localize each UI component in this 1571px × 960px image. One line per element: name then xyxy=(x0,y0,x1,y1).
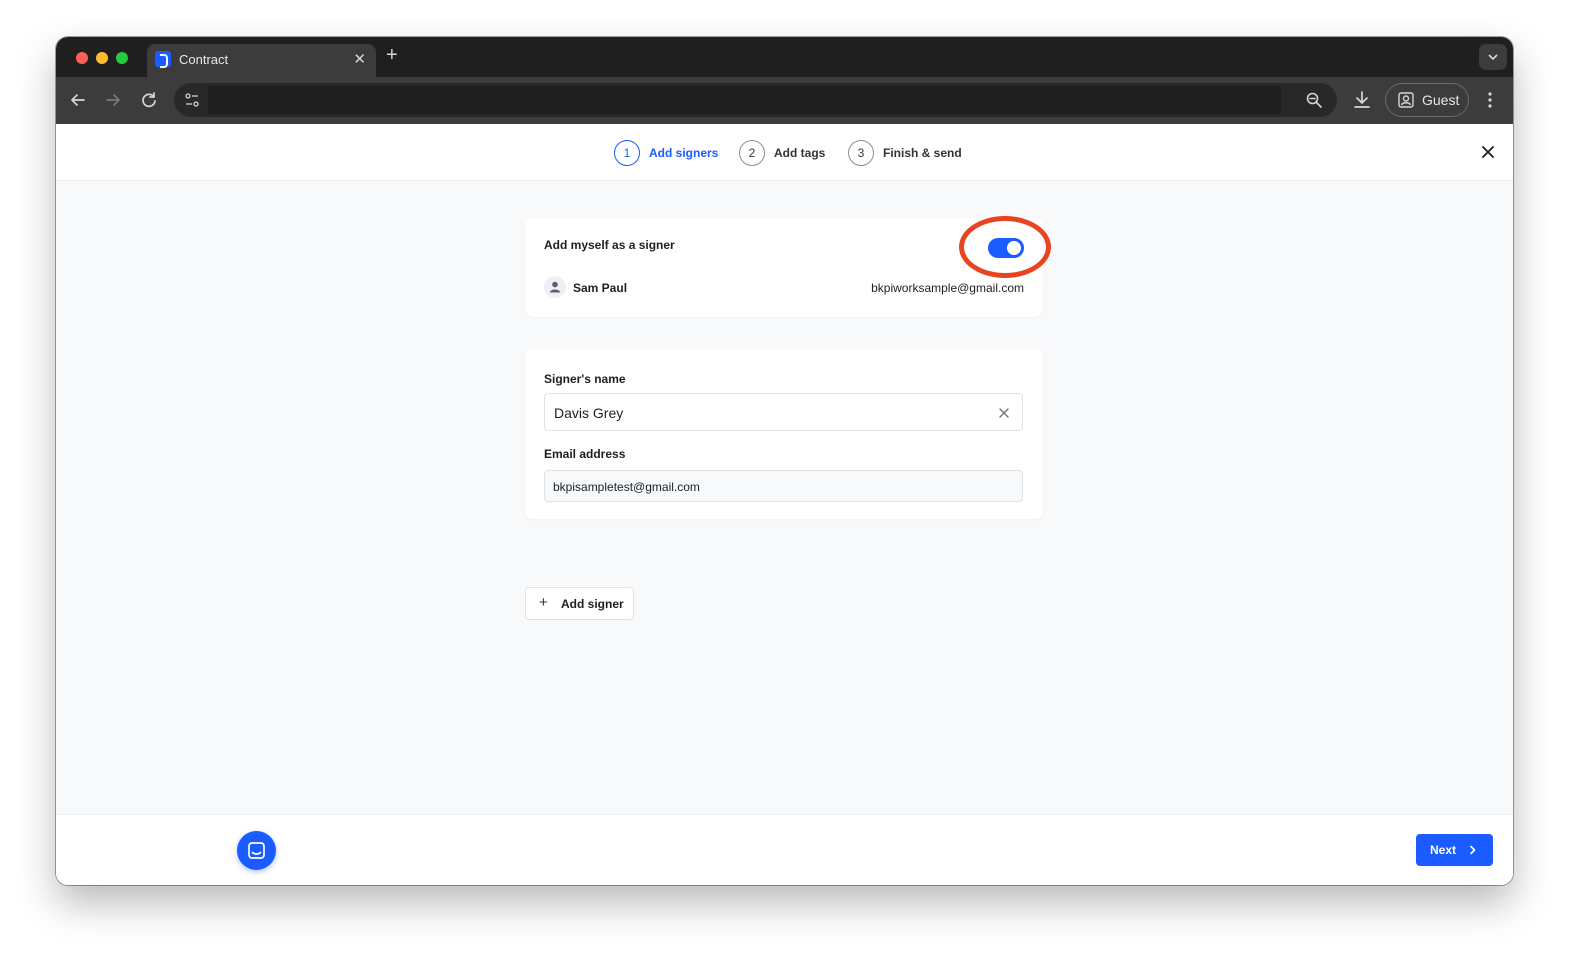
profile-label: Guest xyxy=(1422,92,1460,108)
page-content: 1 Add signers 2 Add tags 3 Finish & send… xyxy=(56,124,1513,885)
self-signer-name: Sam Paul xyxy=(573,281,628,295)
email-address-field[interactable] xyxy=(544,470,1023,502)
tab-strip: Contract ✕ + xyxy=(56,37,1513,77)
chevron-right-icon xyxy=(1470,845,1476,855)
add-signer-button[interactable]: + Add signer xyxy=(525,587,634,620)
profile-button[interactable]: Guest xyxy=(1385,83,1469,117)
self-signer-card: Add myself as a signer Sam Paul bkpiwork… xyxy=(525,216,1051,317)
signer-name-label: Signer's name xyxy=(544,372,626,386)
kebab-menu-icon[interactable] xyxy=(1480,90,1500,110)
step-label: Add signers xyxy=(649,146,719,160)
minimize-window-button[interactable] xyxy=(96,52,108,64)
clear-icon[interactable] xyxy=(998,407,1010,419)
tab-search-button[interactable] xyxy=(1479,44,1507,70)
back-arrow-icon[interactable] xyxy=(67,89,89,111)
maximize-window-button[interactable] xyxy=(116,52,128,64)
site-settings-icon[interactable] xyxy=(184,92,200,108)
tab-close-icon[interactable]: ✕ xyxy=(353,50,366,68)
close-icon[interactable] xyxy=(1479,143,1497,161)
footer-bar: Next xyxy=(56,814,1513,885)
download-icon[interactable] xyxy=(1352,89,1372,111)
profile-icon xyxy=(1398,92,1414,108)
chat-support-button[interactable] xyxy=(237,831,276,870)
step-label: Finish & send xyxy=(883,146,962,160)
signer-form-card: Signer's name Email address xyxy=(525,349,1043,519)
chat-icon xyxy=(248,842,265,859)
avatar xyxy=(544,276,566,298)
url-input[interactable] xyxy=(208,86,1281,114)
step-number: 1 xyxy=(614,140,640,166)
self-signer-email: bkpiworksample@gmail.com xyxy=(871,281,1024,295)
next-button[interactable]: Next xyxy=(1416,834,1493,866)
email-address-label: Email address xyxy=(544,447,626,461)
forward-arrow-icon[interactable] xyxy=(102,89,124,111)
email-address-input[interactable] xyxy=(553,478,1013,496)
chevron-down-icon xyxy=(1488,54,1498,61)
step-number: 3 xyxy=(848,140,874,166)
reload-icon[interactable] xyxy=(138,89,160,111)
browser-window: Contract ✕ + Guest 1 Add signers 2 Add t… xyxy=(56,37,1513,885)
user-icon xyxy=(549,281,561,293)
step-label: Add tags xyxy=(774,146,826,160)
next-label: Next xyxy=(1430,843,1457,857)
signer-name-field[interactable] xyxy=(544,393,1023,431)
address-bar[interactable] xyxy=(174,83,1337,117)
browser-toolbar: Guest xyxy=(56,77,1513,124)
add-signer-label: Add signer xyxy=(561,597,624,611)
step-number: 2 xyxy=(739,140,765,166)
plus-icon: + xyxy=(539,594,548,611)
self-signer-title: Add myself as a signer xyxy=(544,238,675,252)
add-myself-toggle[interactable] xyxy=(988,238,1024,258)
zoom-icon[interactable] xyxy=(1305,91,1323,109)
toggle-knob xyxy=(1007,241,1021,255)
signer-name-input[interactable] xyxy=(554,403,974,423)
favicon-icon xyxy=(155,51,171,68)
tab-title: Contract xyxy=(179,52,229,67)
close-window-button[interactable] xyxy=(76,52,88,64)
new-tab-button[interactable]: + xyxy=(386,44,398,67)
stepper-header: 1 Add signers 2 Add tags 3 Finish & send xyxy=(56,124,1513,181)
browser-tab[interactable]: Contract ✕ xyxy=(147,44,376,77)
